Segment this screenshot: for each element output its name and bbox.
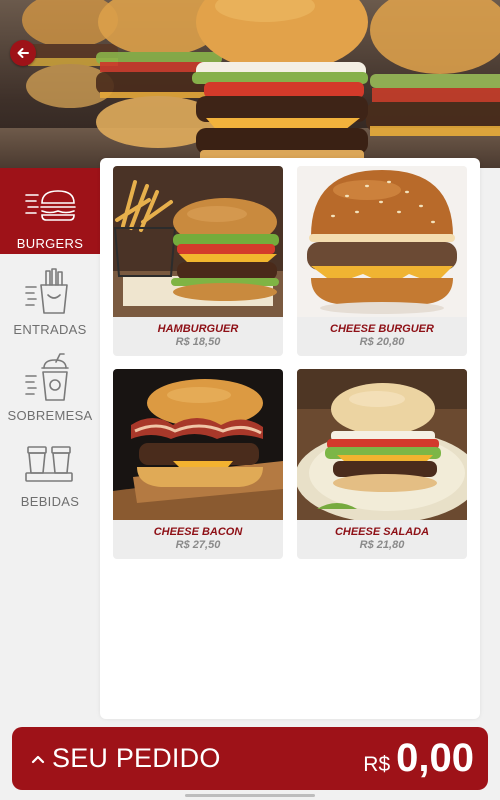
sidebar-item-label: BEBIDAS bbox=[20, 494, 80, 509]
category-sidebar: BURGERS ENTRADAS SOBREMESA BEBIDAS bbox=[0, 168, 100, 512]
home-indicator bbox=[185, 794, 315, 797]
order-total: 0,00 bbox=[396, 736, 474, 780]
order-title: SEU PEDIDO bbox=[52, 743, 221, 773]
product-photo bbox=[113, 166, 283, 317]
product-card-cheese-burguer[interactable]: CHEESE BURGUER R$ 20,80 bbox=[297, 166, 467, 356]
cheese-bacon-photo bbox=[113, 369, 283, 520]
order-summary-bar[interactable]: SEU PEDIDO R$ 0,00 bbox=[12, 727, 488, 790]
cheese-burguer-photo bbox=[297, 166, 467, 317]
product-name: HAMBURGUER bbox=[157, 323, 239, 335]
order-currency: R$ bbox=[363, 753, 391, 776]
drinks-icon bbox=[25, 446, 73, 482]
sidebar-item-bebidas[interactable]: BEBIDAS bbox=[0, 426, 100, 512]
product-price: R$ 18,50 bbox=[175, 336, 221, 348]
arrow-left-icon bbox=[17, 48, 29, 58]
sidebar-item-label: SOBREMESA bbox=[7, 408, 93, 423]
sidebar-item-label: BURGERS bbox=[16, 236, 84, 251]
product-name: CHEESE BURGUER bbox=[330, 323, 434, 335]
sidebar-item-entradas[interactable]: ENTRADAS bbox=[0, 254, 100, 340]
product-card-cheese-salada[interactable]: CHEESE SALADA R$ 21,80 bbox=[297, 369, 467, 559]
product-name: CHEESE BACON bbox=[153, 526, 243, 538]
sidebar-item-label: ENTRADAS bbox=[13, 322, 87, 337]
fries-icon bbox=[25, 268, 68, 314]
sidebar-item-burgers[interactable]: BURGERS bbox=[0, 168, 100, 254]
product-photo bbox=[113, 369, 283, 520]
product-price: R$ 20,80 bbox=[359, 336, 405, 348]
product-name: CHEESE SALADA bbox=[334, 526, 430, 538]
product-price: R$ 21,80 bbox=[359, 539, 405, 551]
chevron-up-icon bbox=[31, 755, 45, 763]
hero-burgers-image bbox=[22, 0, 500, 168]
burger-icon bbox=[25, 190, 76, 221]
hero-banner bbox=[0, 0, 500, 168]
sidebar-item-sobremesa[interactable]: SOBREMESA bbox=[0, 340, 100, 426]
product-photo bbox=[297, 369, 467, 520]
cheese-salada-photo bbox=[297, 369, 467, 520]
milkshake-icon bbox=[25, 353, 69, 401]
product-grid-panel: HAMBURGUER R$ 18,50 CHEESE BURGUER R$ 20… bbox=[100, 158, 480, 719]
product-price: R$ 27,50 bbox=[175, 539, 221, 551]
product-card-hamburguer[interactable]: HAMBURGUER R$ 18,50 bbox=[113, 166, 283, 356]
back-button[interactable] bbox=[10, 40, 36, 66]
hamburguer-photo bbox=[113, 166, 283, 317]
product-card-cheese-bacon[interactable]: CHEESE BACON R$ 27,50 bbox=[113, 369, 283, 559]
product-photo bbox=[297, 166, 467, 317]
